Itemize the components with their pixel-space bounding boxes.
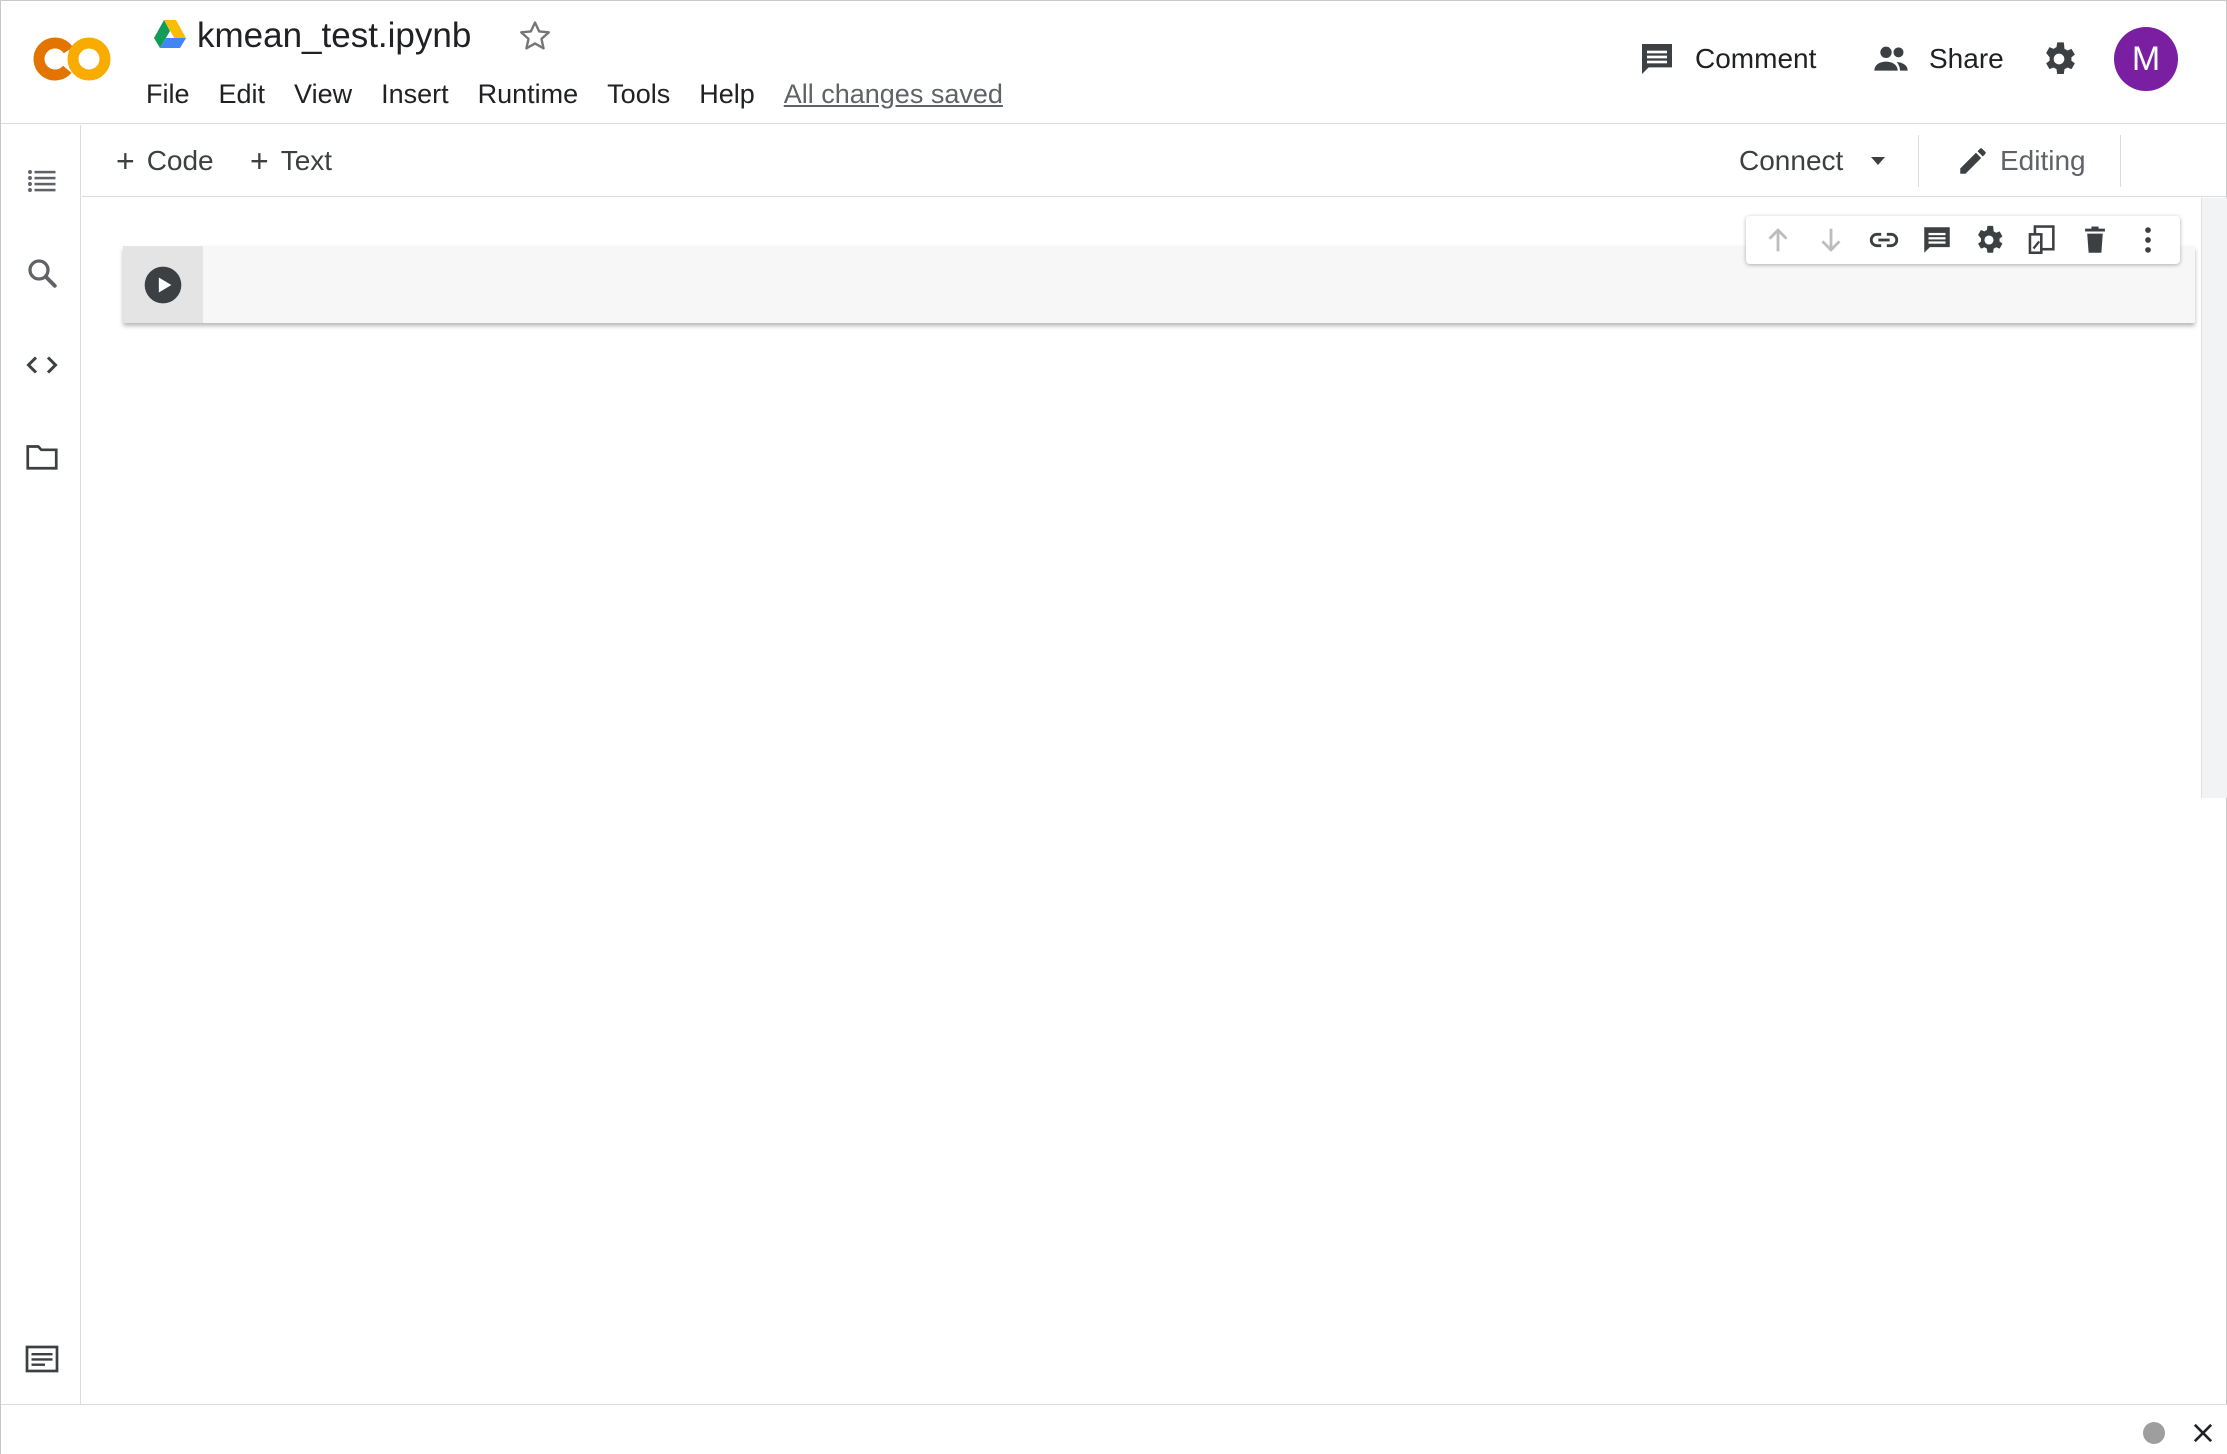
move-down-icon[interactable] <box>1814 223 1848 257</box>
table-of-contents-icon[interactable] <box>24 163 60 199</box>
notebook-toolbar: + Code + Text Connect Editing <box>82 125 2227 197</box>
status-indicator-dot <box>2143 1422 2165 1444</box>
connect-button[interactable]: Connect <box>1739 141 1843 181</box>
terminal-icon[interactable] <box>24 1341 60 1377</box>
google-drive-icon[interactable] <box>153 19 187 49</box>
settings-gear-icon[interactable] <box>2039 39 2079 79</box>
files-folder-icon[interactable] <box>24 439 60 475</box>
comment-icon[interactable] <box>1920 223 1954 257</box>
share-button[interactable]: Share <box>1871 31 2004 87</box>
code-snippets-icon[interactable] <box>24 347 60 383</box>
comment-icon <box>1642 44 1672 74</box>
settings-icon[interactable] <box>1972 223 2006 257</box>
mirror-cell-icon[interactable] <box>2025 223 2059 257</box>
cell-toolbar <box>1746 216 2180 264</box>
delete-icon[interactable] <box>2078 223 2112 257</box>
add-code-cell-button[interactable]: + Code <box>116 141 214 181</box>
comment-button[interactable]: Comment <box>1637 31 1816 87</box>
menu-insert[interactable]: Insert <box>381 79 449 110</box>
star-icon[interactable] <box>516 17 554 55</box>
add-code-label: Code <box>146 145 214 176</box>
colab-logo[interactable] <box>31 31 115 87</box>
search-icon[interactable] <box>24 255 60 291</box>
menu-help[interactable]: Help <box>699 79 755 110</box>
notebook-area <box>82 198 2215 1404</box>
toolbar-divider <box>2120 135 2121 187</box>
notebook-title[interactable]: kmean_test.ipynb <box>197 13 471 59</box>
editing-mode-button[interactable]: Editing <box>1956 141 2086 181</box>
comment-label: Comment <box>1695 43 1817 74</box>
status-bar <box>1 1404 2227 1454</box>
plus-icon: + <box>250 142 269 179</box>
save-status-link[interactable]: All changes saved <box>784 79 1003 110</box>
plus-icon: + <box>116 142 135 179</box>
menu-edit[interactable]: Edit <box>219 79 266 110</box>
menu-bar: File Edit View Insert Runtime Tools Help… <box>146 75 1003 113</box>
run-cell-icon[interactable] <box>143 265 183 305</box>
colab-window: kmean_test.ipynb File Edit View Insert R… <box>0 0 2227 1454</box>
move-up-icon[interactable] <box>1761 223 1795 257</box>
people-icon <box>1874 46 1908 71</box>
editing-label: Editing <box>2000 145 2086 176</box>
vertical-scrollbar[interactable] <box>2201 198 2227 798</box>
share-label: Share <box>1929 43 2004 74</box>
more-vert-icon[interactable] <box>2131 223 2165 257</box>
toolbar-divider <box>1918 135 1919 187</box>
add-text-label: Text <box>280 145 333 176</box>
close-icon[interactable] <box>2189 1419 2217 1447</box>
menu-file[interactable]: File <box>146 79 190 110</box>
connect-dropdown-arrow-icon[interactable] <box>1866 149 1890 173</box>
menu-tools[interactable]: Tools <box>607 79 670 110</box>
menu-view[interactable]: View <box>294 79 352 110</box>
header: kmean_test.ipynb File Edit View Insert R… <box>1 1 2227 124</box>
left-sidebar <box>1 125 81 1405</box>
add-text-cell-button[interactable]: + Text <box>250 141 332 181</box>
link-icon[interactable] <box>1867 223 1901 257</box>
account-avatar[interactable]: M <box>2114 27 2178 91</box>
menu-runtime[interactable]: Runtime <box>478 79 579 110</box>
cell-gutter <box>123 246 203 323</box>
pencil-icon <box>1960 148 1986 174</box>
